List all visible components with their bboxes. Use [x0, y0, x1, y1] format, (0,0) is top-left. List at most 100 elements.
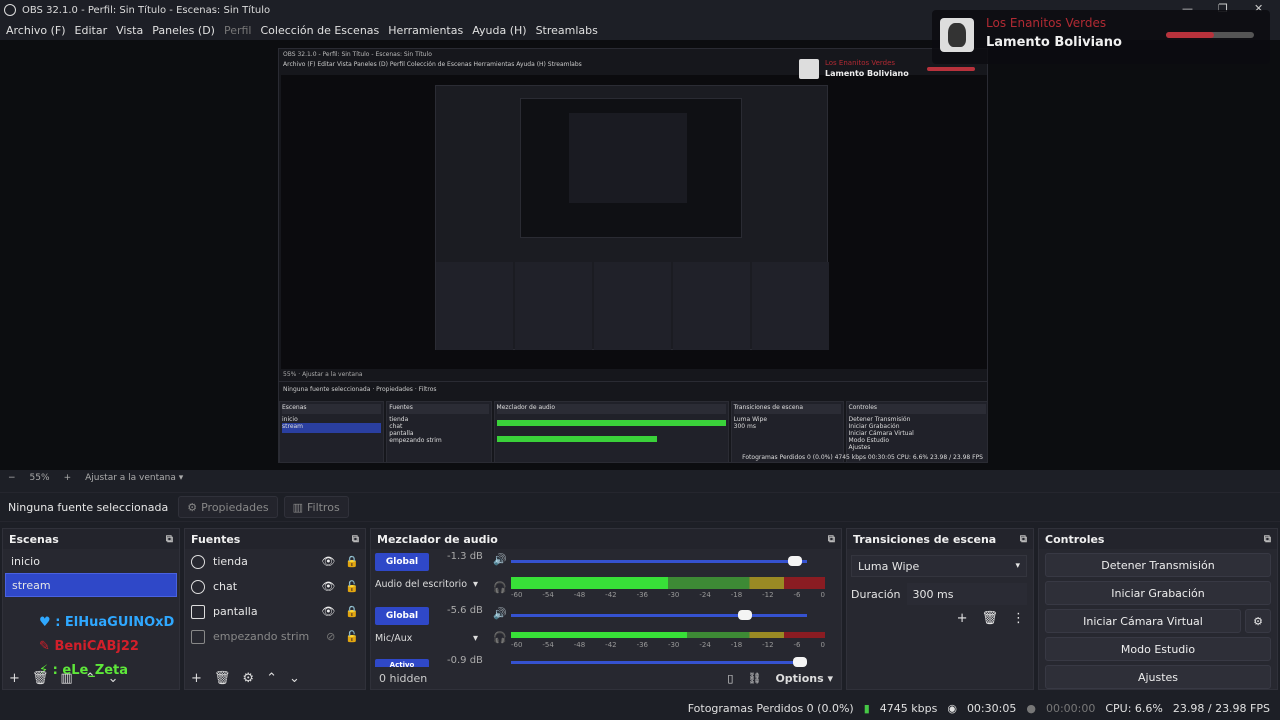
speaker-icon[interactable]: 🔊: [493, 607, 507, 620]
properties-button[interactable]: ⚙ Propiedades: [178, 496, 278, 518]
speaker-icon[interactable]: 🔊: [493, 553, 507, 566]
layout-icon[interactable]: ▯: [727, 672, 733, 685]
channel-badge[interactable]: Global: [375, 553, 429, 571]
headphones-icon[interactable]: 🎧: [493, 581, 507, 594]
zoom-out-button[interactable]: −: [8, 473, 16, 483]
channel-db: -1.3 dB: [447, 551, 483, 562]
add-transition-icon[interactable]: +: [957, 611, 968, 626]
stop-streaming-button[interactable]: Detener Transmisión: [1045, 553, 1271, 577]
start-virtual-camera-button[interactable]: Iniciar Cámara Virtual: [1045, 609, 1241, 633]
unlock-icon[interactable]: 🔓: [345, 630, 359, 643]
nested-status: Fotogramas Perdidos 0 (0.0%) 4745 kbps 0…: [742, 454, 983, 461]
sources-dock: Fuentes ⧉ tienda 👁 🔒 chat 👁 🔓 pantalla 👁 🔒 empe…: [184, 528, 366, 690]
headphones-icon[interactable]: 🎧: [493, 631, 507, 644]
mixer-channel-row: Global -1.3 dB 🔊: [371, 549, 841, 575]
move-down-icon[interactable]: ⌄: [108, 671, 119, 686]
undock-icon[interactable]: ⧉: [828, 534, 835, 545]
volume-slider[interactable]: [511, 610, 807, 620]
menu-vista[interactable]: Vista: [116, 24, 143, 37]
signal-icon: ▮: [863, 701, 870, 715]
menu-perfil[interactable]: Perfil: [224, 24, 252, 37]
transition-select[interactable]: Luma Wipe ▾: [851, 555, 1027, 577]
controls-header: Controles ⧉: [1039, 529, 1277, 549]
lock-icon[interactable]: 🔒: [345, 605, 359, 618]
chevron-down-icon[interactable]: ▾: [473, 579, 478, 590]
record-time: 00:00:00: [1045, 701, 1096, 715]
volume-slider[interactable]: [511, 556, 807, 566]
stream-icon: ◉: [947, 701, 957, 715]
filter-icon[interactable]: ▥: [60, 671, 72, 686]
mixer-footer: 0 hidden ▯ ⛓ Options ▾: [371, 667, 841, 689]
eye-icon[interactable]: 👁: [321, 555, 335, 568]
source-item-empezando[interactable]: empezando strim ⊘ 🔓: [185, 624, 365, 649]
filters-button[interactable]: ▥ Filtros: [283, 496, 349, 518]
gear-icon[interactable]: ⚙: [242, 671, 254, 686]
gear-icon: ⚙: [187, 500, 198, 514]
eye-icon[interactable]: 👁: [321, 580, 335, 593]
transitions-dock: Transiciones de escena ⧉ Luma Wipe ▾ Durac…: [846, 528, 1034, 690]
nested-preview-capture: OBS 32.1.0 - Perfil: Sin Título - Escena…: [278, 48, 988, 463]
source-item-tienda[interactable]: tienda 👁 🔒: [185, 549, 365, 574]
move-up-icon[interactable]: ⌃: [266, 671, 277, 686]
now-playing-song: Lamento Boliviano: [986, 35, 1122, 50]
cpu-usage: CPU: 6.6%: [1105, 701, 1163, 715]
undock-icon[interactable]: ⧉: [166, 534, 173, 545]
remove-source-icon[interactable]: 🗑: [214, 671, 231, 686]
volume-knob[interactable]: [788, 556, 802, 566]
menu-herramientas[interactable]: Herramientas: [388, 24, 463, 37]
filter-icon: ▥: [292, 500, 303, 514]
source-item-chat[interactable]: chat 👁 🔓: [185, 574, 365, 599]
undock-icon[interactable]: ⧉: [1020, 534, 1027, 545]
undock-icon[interactable]: ⧉: [352, 534, 359, 545]
nested-song: Lamento Boliviano: [825, 69, 909, 78]
remove-scene-icon[interactable]: 🗑: [32, 671, 49, 686]
menu-archivo[interactable]: Archivo (F): [6, 24, 66, 37]
dropped-frames: Fotogramas Perdidos 0 (0.0%): [687, 701, 854, 715]
undock-icon[interactable]: ⧉: [1264, 534, 1271, 545]
no-source-label: Ninguna fuente seleccionada: [8, 500, 169, 514]
studio-mode-button[interactable]: Modo Estudio: [1045, 637, 1271, 661]
chat-overlay-user: ✎ BeniCABj22: [39, 639, 139, 654]
duration-input[interactable]: 300 ms: [906, 583, 1027, 605]
more-options-icon[interactable]: ⋮: [1012, 611, 1025, 626]
scene-item-inicio[interactable]: inicio: [5, 549, 177, 573]
options-button[interactable]: Options ▾: [775, 672, 833, 685]
now-playing-progress-fill: [1166, 32, 1215, 38]
chevron-down-icon[interactable]: ▾: [473, 633, 478, 644]
add-source-icon[interactable]: +: [191, 671, 202, 686]
volume-meter: [511, 577, 825, 589]
scenes-header: Escenas ⧉: [3, 529, 179, 549]
menu-ayuda[interactable]: Ayuda (H): [472, 24, 526, 37]
volume-knob[interactable]: [793, 657, 807, 667]
link-icon[interactable]: ⛓: [747, 672, 761, 685]
volume-knob[interactable]: [738, 610, 752, 620]
mixer-meter-row: Audio del escritorio ▾ 🎧 -60 -54 -48 -42 -36…: [371, 575, 841, 603]
lock-icon[interactable]: 🔒: [345, 555, 359, 568]
menu-paneles[interactable]: Paneles (D): [152, 24, 215, 37]
move-up-icon[interactable]: ⌃: [85, 671, 96, 686]
scene-item-stream[interactable]: stream: [5, 573, 177, 597]
start-recording-button[interactable]: Iniciar Grabación: [1045, 581, 1271, 605]
channel-badge[interactable]: Global: [375, 607, 429, 625]
gear-icon[interactable]: ⚙: [1245, 609, 1271, 633]
remove-transition-icon[interactable]: 🗑: [981, 611, 998, 626]
image-icon: [191, 629, 205, 644]
eye-off-icon[interactable]: ⊘: [326, 630, 335, 643]
move-down-icon[interactable]: ⌄: [289, 671, 300, 686]
mixer-channel-row: Activo -0.9 dB: [371, 655, 841, 667]
hidden-count: 0 hidden: [379, 671, 428, 685]
zoom-in-button[interactable]: +: [64, 473, 72, 483]
channel-badge[interactable]: Activo: [375, 659, 429, 667]
transitions-header: Transiciones de escena ⧉: [847, 529, 1033, 549]
menu-streamlabs[interactable]: Streamlabs: [536, 24, 598, 37]
source-item-pantalla[interactable]: pantalla 👁 🔒: [185, 599, 365, 624]
eye-icon[interactable]: 👁: [321, 605, 335, 618]
menu-coleccion[interactable]: Colección de Escenas: [261, 24, 380, 37]
unlock-icon[interactable]: 🔓: [345, 580, 359, 593]
settings-button[interactable]: Ajustes: [1045, 665, 1271, 689]
volume-slider[interactable]: [511, 657, 807, 667]
menu-editar[interactable]: Editar: [75, 24, 108, 37]
add-scene-icon[interactable]: +: [9, 671, 20, 686]
fit-window-select[interactable]: Ajustar a la ventana ▾: [85, 473, 183, 483]
sources-header: Fuentes ⧉: [185, 529, 365, 549]
